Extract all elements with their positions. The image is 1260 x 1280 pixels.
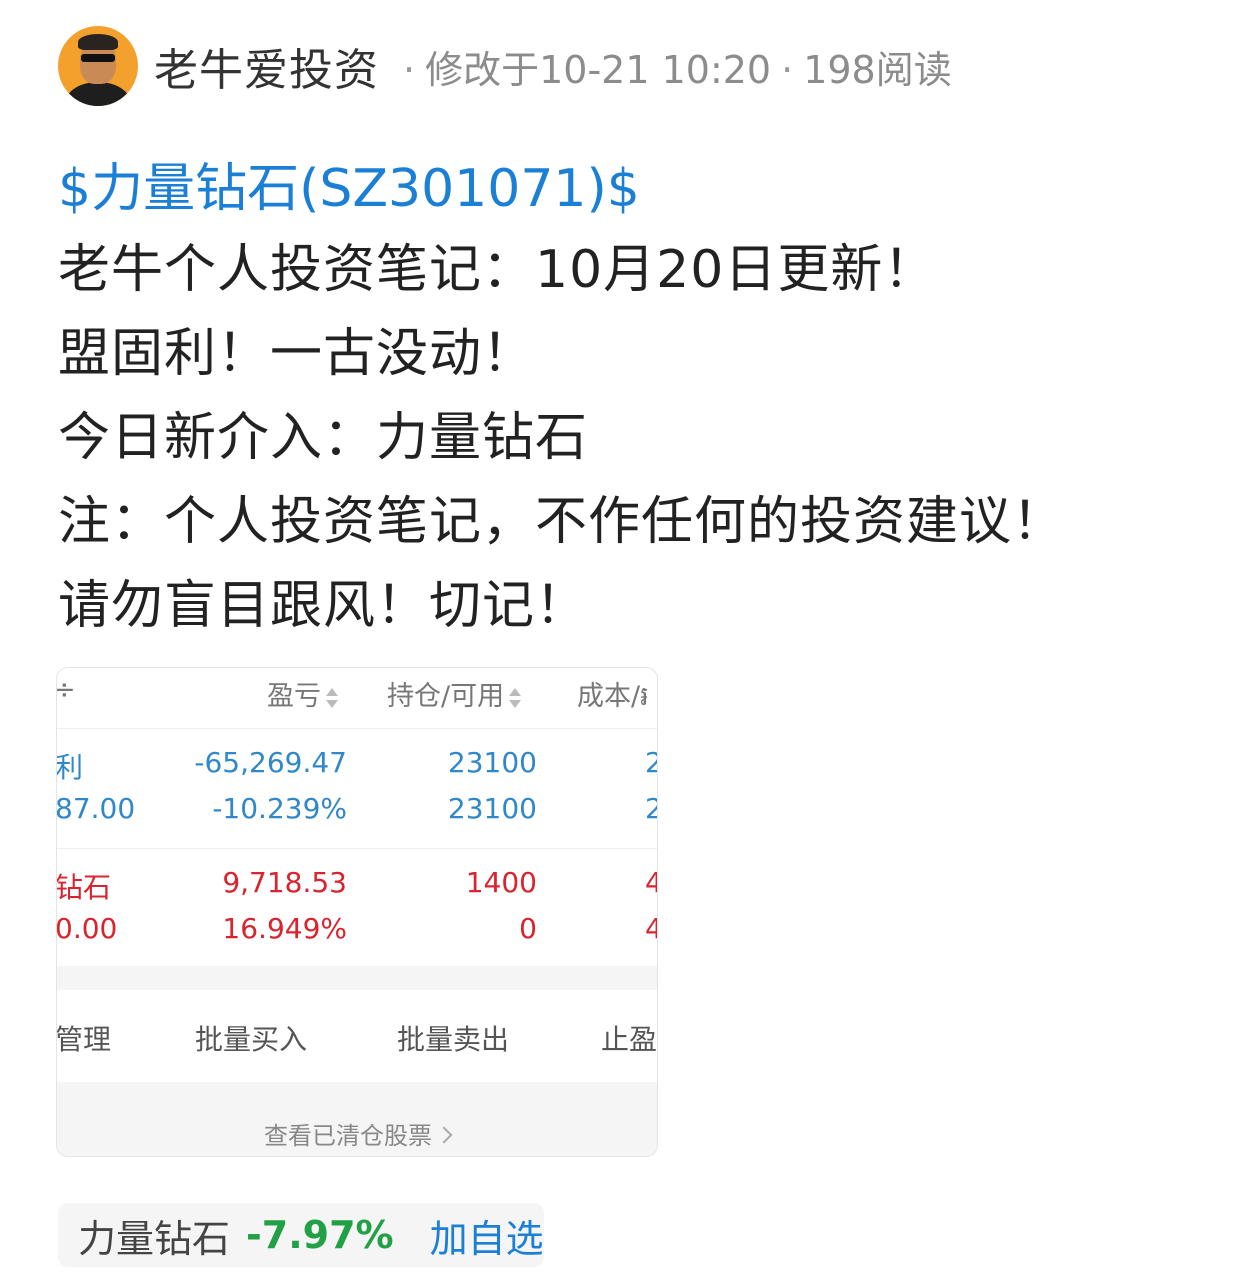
batch-sell-button: 批量卖出 [397, 1023, 510, 1056]
col-header-pnl: 盈亏 [267, 674, 339, 713]
col-header-position-label: 持仓/可用 [387, 681, 505, 712]
holding-qty: 23100 [447, 746, 537, 779]
cleared-stocks-link: 查看已清仓股票 [57, 1116, 657, 1151]
post-line: 老牛个人投资笔记：10月20日更新！ [58, 240, 937, 300]
avatar-body [66, 82, 130, 106]
avatar-hair [78, 34, 118, 50]
cleared-stocks-label: 查看已清仓股票 [264, 1122, 432, 1150]
read-count: 198阅读 [803, 47, 952, 92]
stock-tag-link[interactable]: $力量钻石(SZ301071)$ [58, 146, 640, 221]
holding-pnl: 9,718.53 [222, 866, 347, 899]
author-name[interactable]: 老牛爱投资 [154, 34, 379, 98]
sort-icon [508, 686, 522, 710]
post-header: 老牛爱投资 · 修改于10-21 10:20 · 198阅读 [58, 26, 952, 106]
col-header-cost: 成本/៛ [577, 681, 649, 712]
post-line: 注：个人投资笔记，不作任何的投资建议！ [58, 492, 1066, 552]
holding-name: 利 [56, 751, 84, 784]
holding-pnl-pct: 16.949% [222, 912, 347, 945]
meta-separator: · [403, 47, 416, 92]
sort-icon [325, 686, 339, 710]
avatar-glasses [81, 54, 115, 62]
post-meta: · 修改于10-21 10:20 · 198阅读 [393, 39, 952, 94]
batch-buy-button: 批量买入 [195, 1023, 308, 1056]
post-line: 盟固利！一古没动！ [58, 324, 536, 384]
holding-pnl: -65,269.47 [194, 746, 347, 779]
author-avatar[interactable] [58, 26, 138, 106]
holding-qty: 1400 [465, 866, 537, 899]
col-header-pnl-label: 盈亏 [267, 681, 321, 712]
take-profit-button: 止盈 [601, 1023, 658, 1056]
stock-quote-chip[interactable]: 力量钻石 -7.97% 加自选 [58, 1203, 544, 1267]
stock-name[interactable]: 力量钻石 [78, 1208, 230, 1263]
col-header-position: 持仓/可用 [387, 674, 522, 713]
row-divider [57, 848, 657, 849]
section-gap [57, 966, 657, 990]
col-header-name: ÷ [57, 674, 76, 705]
manage-button: 管理 [56, 1023, 112, 1056]
holding-pnl-pct: -10.239% [212, 792, 347, 825]
holding-cost-price: 2 [645, 792, 657, 825]
holding-price: 0.00 [56, 912, 118, 945]
holding-available: 0 [519, 912, 537, 945]
post-line: 请勿盲目跟风！切记！ [58, 576, 589, 636]
holding-price: 87.00 [56, 792, 136, 825]
table-header: ÷ 盈亏 持仓/可用 成本/៛ [57, 668, 657, 729]
post-line: 今日新介入：力量钻石 [58, 408, 589, 468]
attached-screenshot[interactable]: ÷ 盈亏 持仓/可用 成本/៛ 利 87.00 -65,269.47 -10.2… [56, 667, 658, 1157]
holding-name: 钻石 [56, 871, 112, 904]
holding-cost-price: 4 [645, 912, 657, 945]
chevron-right-icon [435, 1126, 453, 1144]
holding-cost: 4 [645, 866, 657, 899]
stock-change: -7.97% [246, 1213, 394, 1257]
modified-time: 修改于10-21 10:20 [425, 47, 772, 92]
meta-separator: · [781, 47, 794, 92]
holding-available: 23100 [447, 792, 537, 825]
holding-cost: 2 [645, 746, 657, 779]
post-content: 老牛个人投资笔记：10月20日更新！ 盟固利！一古没动！ 今日新介入：力量钻石 … [58, 228, 1065, 648]
add-watchlist-button[interactable]: 加自选 [430, 1208, 544, 1263]
